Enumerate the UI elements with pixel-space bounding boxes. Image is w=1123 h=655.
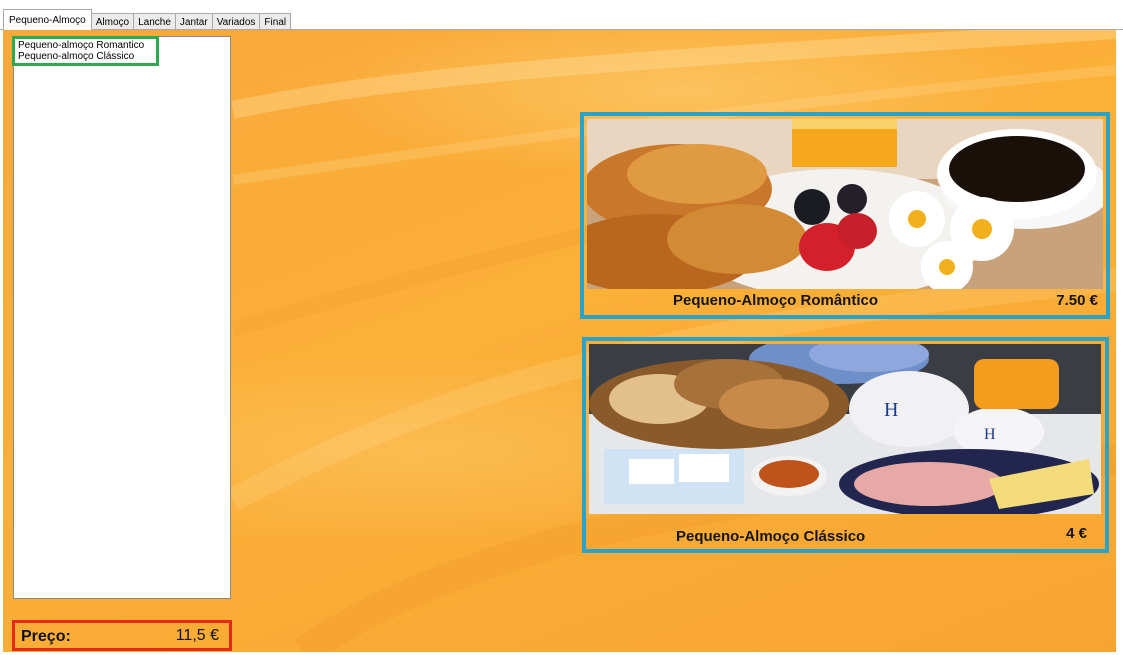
product-price: 7.50 €: [1056, 292, 1098, 309]
tab-lanche[interactable]: Lanche: [133, 13, 176, 30]
tab-almoco[interactable]: Almoço: [90, 13, 135, 30]
tab-panel: Pequeno-almoço Romantico Pequeno-almoço …: [3, 30, 1116, 652]
price-value: 11,5 €: [175, 627, 219, 644]
tab-jantar[interactable]: Jantar: [174, 13, 213, 30]
classic-breakfast-photo: H H: [589, 344, 1101, 514]
product-card-romantico[interactable]: Pequeno-Almoço Romântico 7.50 €: [580, 112, 1110, 319]
order-listbox[interactable]: Pequeno-almoço Romantico Pequeno-almoço …: [12, 36, 231, 599]
product-card-classico[interactable]: H H Pequeno-Almoço Clássico 4 €: [582, 337, 1109, 553]
tab-pequeno-almoco[interactable]: Pequeno-Almoço: [3, 9, 92, 30]
total-price-box: Preço: 11,5 €: [12, 620, 232, 651]
svg-text:H: H: [984, 426, 996, 443]
svg-text:H: H: [884, 399, 898, 421]
product-price: 4 €: [1066, 525, 1087, 542]
list-item[interactable]: Pequeno-almoço Romantico: [18, 40, 144, 51]
list-item[interactable]: Pequeno-almoço Clássico: [18, 51, 144, 62]
romantic-breakfast-photo: [587, 119, 1103, 289]
product-name: Pequeno-Almoço Clássico: [676, 528, 866, 545]
tab-variados[interactable]: Variados: [211, 13, 261, 30]
product-name: Pequeno-Almoço Romântico: [673, 292, 879, 309]
tab-final[interactable]: Final: [259, 13, 292, 30]
price-label: Preço:: [21, 628, 71, 645]
tab-bar: Pequeno-Almoço Almoço Lanche Jantar Vari…: [3, 8, 292, 30]
order-list-items: Pequeno-almoço Romantico Pequeno-almoço …: [18, 40, 144, 62]
tab-strip: Pequeno-Almoço Almoço Lanche Jantar Vari…: [0, 0, 1123, 30]
